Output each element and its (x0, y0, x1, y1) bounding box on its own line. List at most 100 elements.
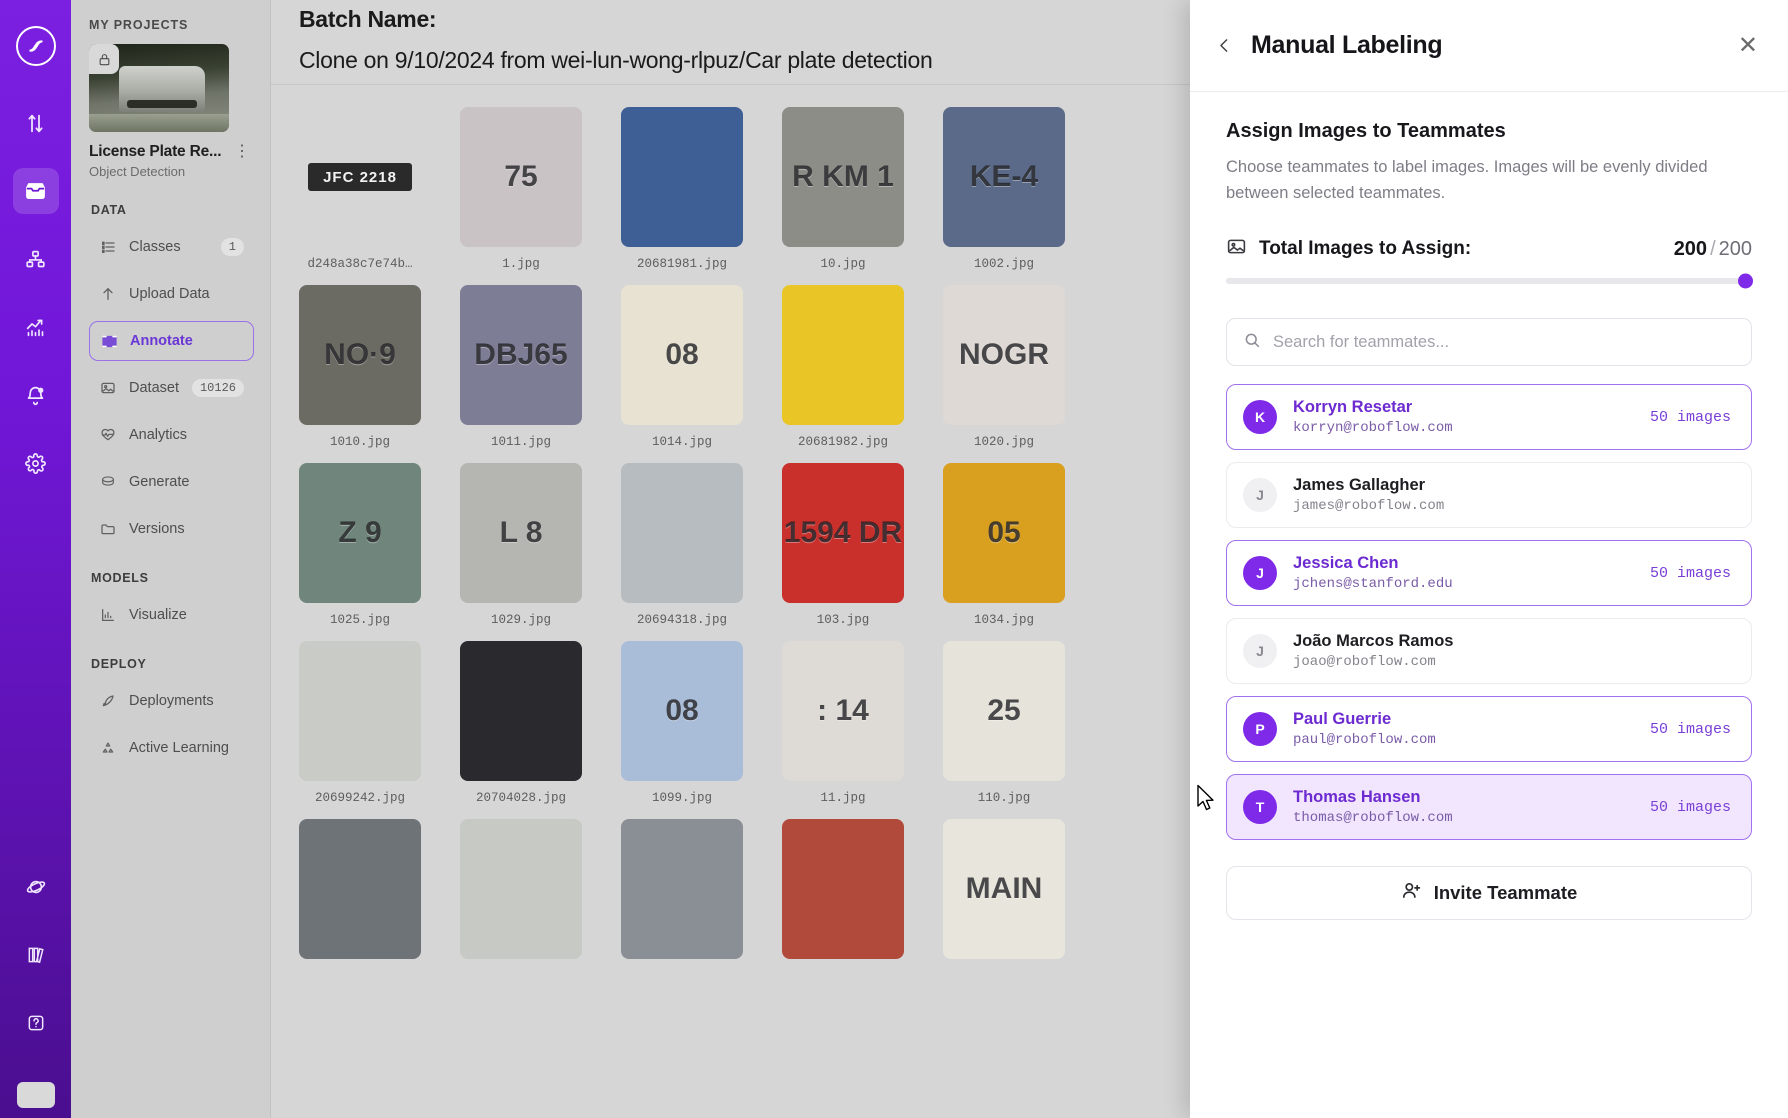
slider-track-fill (1226, 278, 1752, 285)
sidebar-item-upload-data[interactable]: Upload Data (89, 274, 254, 314)
teammate-row[interactable]: J Jessica Chen jchens@stanford.edu 50 image… (1226, 540, 1752, 607)
image-grid-cell[interactable]: 20694318.jpg (621, 463, 743, 627)
image-grid-cell[interactable]: 20681981.jpg (621, 107, 743, 271)
workflows-icon[interactable] (13, 236, 59, 282)
image-thumbnail[interactable]: DBJ65 (460, 285, 582, 425)
chevron-left-icon[interactable] (1216, 37, 1233, 54)
help-icon[interactable] (13, 1000, 59, 1046)
settings-icon[interactable] (13, 440, 59, 486)
image-thumbnail[interactable] (299, 641, 421, 781)
image-grid-cell[interactable]: KE-4 1002.jpg (943, 107, 1065, 271)
image-thumbnail[interactable] (621, 463, 743, 603)
image-thumbnail[interactable]: KE-4 (943, 107, 1065, 247)
image-grid-cell[interactable]: 1594 DR 103.jpg (782, 463, 904, 627)
image-grid-cell[interactable]: : 14 11.jpg (782, 641, 904, 805)
total-images-value: 200/200 (1674, 238, 1752, 261)
image-grid-cell[interactable] (460, 819, 582, 969)
sidebar-item-label: Deployments (129, 693, 214, 709)
teammate-row[interactable]: J James Gallagher james@roboflow.com (1226, 462, 1752, 529)
folder-icon (99, 521, 117, 537)
sidebar-item-annotate[interactable]: Annotate (89, 321, 254, 361)
roboflow-logo[interactable] (15, 26, 56, 66)
teammate-row[interactable]: T Thomas Hansen thomas@roboflow.com 50 imag… (1226, 774, 1752, 841)
teammate-row[interactable]: J João Marcos Ramos joao@roboflow.com (1226, 618, 1752, 685)
project-title[interactable]: License Plate Re... (89, 143, 222, 161)
image-thumbnail[interactable] (460, 819, 582, 959)
image-thumbnail[interactable]: 08 (621, 285, 743, 425)
image-thumbnail[interactable]: 08 (621, 641, 743, 781)
kebab-menu-icon[interactable]: ⋮ (230, 144, 254, 160)
teammate-search-box[interactable] (1226, 318, 1752, 367)
image-thumbnail[interactable]: Z 9 (299, 463, 421, 603)
image-thumbnail[interactable] (460, 641, 582, 781)
sidebar-item-label: Dataset (129, 380, 179, 396)
image-grid-cell[interactable]: 08 1099.jpg (621, 641, 743, 805)
image-grid-cell[interactable] (621, 819, 743, 969)
notifications-icon[interactable] (13, 372, 59, 418)
teammate-image-count: 50 images (1649, 798, 1731, 816)
sidebar-item-generate[interactable]: Generate (89, 462, 254, 502)
image-thumbnail[interactable]: NOGR (943, 285, 1065, 425)
transfer-icon[interactable] (13, 100, 59, 146)
image-grid-cell[interactable]: 20681982.jpg (782, 285, 904, 449)
image-thumbnail[interactable] (621, 107, 743, 247)
image-thumbnail[interactable] (782, 819, 904, 959)
image-grid-cell[interactable]: 20704028.jpg (460, 641, 582, 805)
image-grid-cell[interactable]: Z 9 1025.jpg (299, 463, 421, 627)
image-thumbnail[interactable] (782, 285, 904, 425)
search-input[interactable] (1273, 332, 1735, 352)
sidebar-item-versions[interactable]: Versions (89, 509, 254, 549)
image-thumbnail[interactable]: 05 (943, 463, 1065, 603)
sidebar-item-active-learning[interactable]: Active Learning (89, 728, 254, 768)
image-grid-cell[interactable]: MAIN (943, 819, 1065, 969)
project-thumbnail[interactable] (89, 44, 229, 132)
image-grid-cell[interactable]: 25 110.jpg (943, 641, 1065, 805)
images-to-assign-slider[interactable] (1226, 273, 1753, 289)
license-plate-text: JFC 2218 (308, 163, 412, 191)
image-grid-cell[interactable] (299, 819, 421, 969)
invite-teammate-button[interactable]: Invite Teammate (1226, 866, 1752, 921)
image-grid-cell[interactable]: 08 1014.jpg (621, 285, 743, 449)
close-icon[interactable]: ✕ (1738, 33, 1758, 58)
image-grid-cell[interactable]: NOGR 1020.jpg (943, 285, 1065, 449)
slider-knob[interactable] (1738, 273, 1753, 289)
image-thumbnail[interactable] (621, 819, 743, 959)
license-plate-text: NO·9 (324, 338, 396, 371)
image-thumbnail[interactable]: R KM 1 (782, 107, 904, 247)
image-grid-cell[interactable]: DBJ65 1011.jpg (460, 285, 582, 449)
sidebar-item-visualize[interactable]: Visualize (89, 595, 254, 635)
panel-header: Manual Labeling ✕ (1190, 0, 1788, 92)
image-grid-cell[interactable]: JFC 2218 d248a38c7e74b… (299, 107, 421, 271)
image-thumbnail[interactable]: L 8 (460, 463, 582, 603)
universe-icon[interactable] (13, 864, 59, 910)
image-thumbnail[interactable]: 1594 DR (782, 463, 904, 603)
sidebar-item-classes[interactable]: Classes 1 (89, 227, 254, 267)
image-thumbnail[interactable]: NO·9 (299, 285, 421, 425)
teammate-row[interactable]: K Korryn Resetar korryn@roboflow.com 50 ima… (1226, 384, 1752, 451)
image-grid-cell[interactable]: 75 1.jpg (460, 107, 582, 271)
image-grid-cell[interactable]: 20699242.jpg (299, 641, 421, 805)
sidebar-item-deployments[interactable]: Deployments (89, 681, 254, 721)
image-thumbnail[interactable]: MAIN (943, 819, 1065, 959)
image-grid-cell[interactable]: NO·9 1010.jpg (299, 285, 421, 449)
license-plate-text: 75 (504, 160, 538, 193)
image-grid-cell[interactable]: R KM 1 10.jpg (782, 107, 904, 271)
image-thumbnail[interactable]: 25 (943, 641, 1065, 781)
teammate-row[interactable]: P Paul Guerrie paul@roboflow.com 50 images (1226, 696, 1752, 763)
image-thumbnail[interactable]: : 14 (782, 641, 904, 781)
license-plate-text: Z 9 (338, 516, 382, 549)
image-grid-cell[interactable]: 05 1034.jpg (943, 463, 1065, 627)
sidebar-item-analytics[interactable]: Analytics (89, 415, 254, 455)
analytics-icon[interactable] (13, 304, 59, 350)
docs-icon[interactable] (13, 932, 59, 978)
image-thumbnail[interactable]: JFC 2218 (299, 107, 421, 247)
user-avatar[interactable] (16, 1082, 55, 1108)
inbox-icon[interactable] (12, 168, 59, 214)
list-icon (99, 239, 117, 255)
image-grid-cell[interactable]: L 8 1029.jpg (460, 463, 582, 627)
sidebar-item-dataset[interactable]: Dataset 10126 (89, 368, 254, 408)
image-thumbnail[interactable] (299, 819, 421, 959)
image-thumbnail[interactable]: 75 (460, 107, 582, 247)
rail-bottom-group (13, 864, 59, 1118)
image-grid-cell[interactable] (782, 819, 904, 969)
